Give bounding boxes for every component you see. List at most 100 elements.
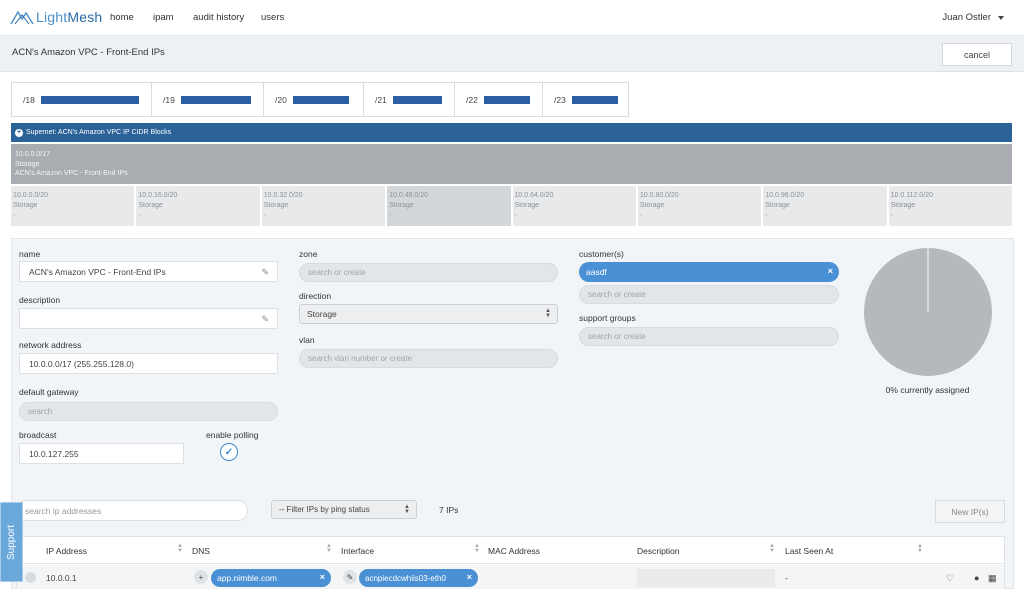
subblock-list: 10.0.0.0/20 Storage - 10.0.16.0/20 Storage -… [11, 186, 1012, 226]
network-address-field[interactable]: 10.0.0.0/17 (255.255.128.0) [19, 353, 278, 374]
subblock[interactable]: 10.0.96.0/20 Storage - [763, 186, 887, 226]
prefix-item[interactable]: /20 [264, 83, 364, 116]
prefix-label: /18 [23, 94, 35, 105]
ping-filter-value: -- Filter IPs by ping status [279, 505, 370, 514]
name-label: name [19, 249, 41, 259]
cell-ip: 10.0.0.1 [46, 573, 77, 583]
interface-chip[interactable]: acnpiecdcwhiis03-eth0 × [359, 569, 478, 587]
enable-polling-checkbox[interactable]: ✓ [220, 443, 238, 461]
prefix-bar [392, 95, 442, 104]
table-row[interactable]: 10.0.0.1 + app.nimble.com × ✎ acnpiecdcw… [17, 565, 1004, 589]
customer-tag[interactable]: aasdf × [579, 262, 839, 282]
parent-block[interactable]: 10.0.0.0/17 Storage ACN's Amazon VPC - F… [11, 144, 1012, 184]
nav-home[interactable]: home [110, 12, 134, 23]
sort-icon[interactable]: ▲ ▼ [474, 543, 480, 554]
top-nav: LightMesh home ipam audit history users … [0, 0, 1024, 36]
nav-ipam[interactable]: ipam [153, 12, 174, 23]
support-groups-input[interactable]: search or create [579, 327, 839, 346]
broadcast-field[interactable]: 10.0.127.255 [19, 443, 184, 464]
prefix-bar [40, 95, 139, 104]
close-icon[interactable]: × [320, 572, 325, 582]
parent-block-cidr: 10.0.0.0/17 [15, 151, 51, 158]
column-dns[interactable]: DNS [192, 546, 210, 556]
default-gateway-input[interactable]: search [19, 402, 278, 421]
prefix-item[interactable]: /18 [12, 83, 152, 116]
column-mac-address[interactable]: MAC Address [488, 546, 540, 556]
user-name: Juan Ostler [942, 12, 991, 23]
comment-icon[interactable]: ● [974, 573, 979, 583]
sort-icon[interactable]: ▲ ▼ [917, 543, 923, 554]
customer-input[interactable]: search or create [579, 285, 839, 304]
logo[interactable]: LightMesh [10, 9, 102, 25]
prefix-item[interactable]: /22 [455, 83, 543, 116]
nav-users[interactable]: users [261, 12, 284, 23]
subblock-type: Storage [639, 202, 665, 209]
column-last-seen[interactable]: Last Seen At [785, 546, 833, 556]
user-menu[interactable]: Juan Ostler [942, 12, 1004, 23]
ip-table: IP Address ▲ ▼ DNS ▲ ▼ Interface ▲ ▼ MAC Ad… [16, 536, 1005, 589]
logo-text: LightMesh [36, 9, 103, 25]
ping-status-filter[interactable]: -- Filter IPs by ping status ▲ ▼ [271, 500, 417, 519]
cancel-button[interactable]: cancel [942, 43, 1012, 66]
close-icon[interactable]: × [467, 572, 472, 582]
select-arrows-icon: ▲ ▼ [404, 504, 410, 515]
name-field[interactable]: ACN's Amazon VPC - Front-End IPs ✎ [19, 261, 278, 282]
subblock[interactable]: 10.0.32.0/20 Storage - [261, 186, 386, 226]
prefix-item[interactable]: /19 [152, 83, 264, 116]
prefix-bar [180, 95, 251, 104]
customers-label: customer(s) [579, 249, 624, 259]
prefix-item[interactable]: /23 [543, 83, 628, 116]
subblock-type: Storage [765, 202, 790, 209]
add-icon[interactable]: + [194, 570, 208, 584]
trash-icon[interactable]: ▦ [988, 573, 997, 584]
heart-icon[interactable]: ♡ [946, 573, 954, 584]
column-interface[interactable]: Interface [341, 546, 374, 556]
dns-chip[interactable]: app.nimble.com × [211, 569, 331, 587]
new-ip-button[interactable]: New IP(s) [935, 500, 1005, 523]
subblock-type: Storage [263, 202, 289, 209]
interface-chip-label: acnpiecdcwhiis03-eth0 [365, 573, 446, 583]
column-description[interactable]: Description [637, 546, 680, 556]
assigned-caption: 0% currently assigned [885, 385, 970, 395]
subblock-cidr: 10.0.0.0/20 [13, 192, 49, 199]
subblock-cidr: 10.0.80.0/20 [639, 192, 679, 199]
subblock[interactable]: 10.0.64.0/20 Storage - [512, 186, 636, 226]
close-icon[interactable]: × [828, 266, 833, 276]
column-ip-address[interactable]: IP Address [46, 546, 87, 556]
description-field[interactable]: ✎ [19, 308, 278, 329]
pencil-icon[interactable]: ✎ [343, 570, 357, 584]
parent-block-type: Storage [15, 160, 40, 168]
ip-search-input[interactable]: search ip addresses [16, 500, 248, 521]
support-tab[interactable]: Support [0, 502, 23, 582]
assignment-pie-chart [864, 248, 992, 376]
pencil-icon[interactable]: ✎ [261, 267, 269, 278]
title-bar: ACN's Amazon VPC - Front-End IPs cancel [0, 36, 1024, 72]
direction-value: Storage [307, 309, 337, 319]
sort-icon[interactable]: ▲ ▼ [769, 543, 775, 554]
table-header: IP Address ▲ ▼ DNS ▲ ▼ Interface ▲ ▼ MAC Ad… [17, 537, 1004, 564]
nav-audit-history[interactable]: audit history [193, 12, 244, 23]
vlan-input[interactable]: search vlan number or create [299, 349, 558, 368]
row-select-radio[interactable] [25, 572, 36, 583]
subblock-name: - [514, 212, 517, 219]
prefix-item[interactable]: /21 [364, 83, 455, 116]
subblock[interactable]: 10.0.112.0/20 Storage - [888, 186, 1012, 226]
subblock-name: - [765, 212, 768, 219]
supernet-header[interactable]: + Supernet: ACN's Amazon VPC IP CIDR Blo… [11, 123, 1012, 142]
plus-circle-icon: + [15, 128, 23, 137]
description-input[interactable] [637, 569, 775, 587]
logo-icon [10, 10, 34, 25]
subblock[interactable]: 10.0.0.0/20 Storage - [11, 186, 135, 226]
pencil-icon[interactable]: ✎ [261, 314, 269, 325]
subblock-cidr: 10.0.32.0/20 [263, 192, 303, 199]
subblock[interactable]: 10.0.48.0/20 Storage - [387, 186, 511, 226]
subblock[interactable]: 10.0.80.0/20 Storage - [637, 186, 762, 226]
zone-input[interactable]: search or create [299, 263, 558, 282]
subblock[interactable]: 10.0.16.0/20 Storage - [136, 186, 260, 226]
name-value: ACN's Amazon VPC - Front-End IPs [29, 266, 166, 277]
support-groups-label: support groups [579, 313, 636, 323]
prefix-label: /19 [163, 94, 175, 105]
sort-icon[interactable]: ▲ ▼ [177, 543, 183, 554]
sort-icon[interactable]: ▲ ▼ [326, 543, 332, 554]
direction-select[interactable]: Storage ▲ ▼ [299, 304, 558, 324]
